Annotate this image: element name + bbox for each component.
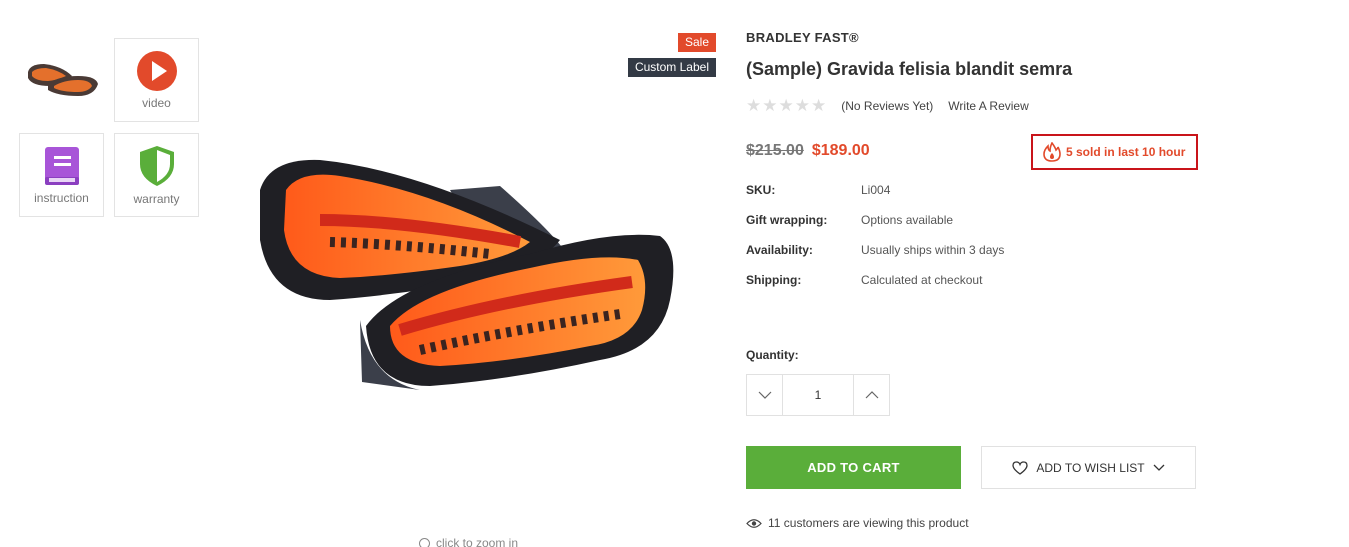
reviews-count: (No Reviews Yet) <box>841 98 934 113</box>
star-icon: ★ <box>811 96 827 115</box>
zoom-hint: click to zoom in <box>419 536 518 547</box>
play-icon <box>136 51 177 91</box>
spec-row-sku: SKU: Li004 <box>746 183 1004 213</box>
star-icon: ★ <box>794 96 810 115</box>
chevron-down-icon <box>758 391 771 399</box>
add-to-wishlist-button[interactable]: ADD TO WISH LIST <box>981 446 1196 489</box>
flame-icon <box>1043 142 1061 162</box>
spec-value: Options available <box>861 213 954 227</box>
spec-row-gift-wrapping: Gift wrapping: Options available <box>746 213 1004 243</box>
sold-counter: 5 sold in last 10 hour <box>1031 134 1198 170</box>
thumbnail-video-label: video <box>142 96 171 110</box>
product-specs: SKU: Li004 Gift wrapping: Options availa… <box>746 183 1004 303</box>
sold-text: 5 sold in last 10 hour <box>1066 145 1186 159</box>
star-icon: ★ <box>746 96 762 115</box>
write-review-link[interactable]: Write A Review <box>948 99 1028 113</box>
thumbnail-warranty[interactable]: warranty <box>114 133 199 217</box>
custom-label-badge: Custom Label <box>627 58 716 77</box>
chevron-up-icon <box>865 391 878 399</box>
viewers-text: 11 customers are viewing this product <box>768 516 969 530</box>
sale-price: $189.00 <box>811 142 870 159</box>
add-to-wishlist-label: ADD TO WISH LIST <box>1036 460 1145 475</box>
quantity-decrease-button[interactable] <box>747 375 783 415</box>
quantity-increase-button[interactable] <box>853 375 889 415</box>
thumbnail-video[interactable]: video <box>114 38 199 122</box>
product-title: (Sample) Gravida felisia blandit semra <box>746 59 1073 79</box>
quantity-stepper <box>746 374 890 416</box>
spec-label: SKU: <box>746 183 776 197</box>
star-icon: ★ <box>762 96 778 115</box>
spec-value: Usually ships within 3 days <box>861 243 1005 257</box>
quantity-label: Quantity: <box>746 348 799 362</box>
spec-label: Shipping: <box>746 273 802 287</box>
heart-icon <box>1012 460 1029 475</box>
eye-icon <box>746 518 762 528</box>
tail-lights-image <box>260 159 674 390</box>
thumbnail-instruction-label: instruction <box>34 191 89 205</box>
product-thumbnail-image <box>27 64 98 96</box>
price-row: $215.00 $189.00 <box>746 142 870 160</box>
sale-badge: Sale <box>677 33 716 52</box>
spec-row-availability: Availability: Usually ships within 3 day… <box>746 243 1004 273</box>
thumbnail-instruction[interactable]: instruction <box>19 133 104 217</box>
main-product-image[interactable] <box>250 150 680 400</box>
rating-stars: ★ ★ ★ ★ ★ <box>746 97 826 114</box>
star-icon: ★ <box>778 96 794 115</box>
zoom-icon <box>419 537 430 547</box>
old-price: $215.00 <box>746 142 804 159</box>
product-rating: ★ ★ ★ ★ ★ (No Reviews Yet) Write A Revie… <box>746 97 1029 114</box>
zoom-hint-text: click to zoom in <box>436 536 519 547</box>
chevron-down-icon <box>1153 464 1165 471</box>
quantity-input[interactable] <box>783 375 853 415</box>
add-to-cart-button[interactable]: ADD TO CART <box>746 446 961 489</box>
spec-row-shipping: Shipping: Calculated at checkout <box>746 273 1004 303</box>
book-icon <box>44 147 79 185</box>
product-brand[interactable]: BRADLEY FAST® <box>746 30 859 45</box>
thumbnail-product-image[interactable] <box>19 38 104 122</box>
spec-label: Gift wrapping: <box>746 213 828 227</box>
spec-label: Availability: <box>746 243 813 257</box>
viewers-notice: 11 customers are viewing this product <box>746 516 969 530</box>
thumbnail-warranty-label: warranty <box>133 192 180 206</box>
spec-value: Calculated at checkout <box>861 273 983 287</box>
shield-icon <box>139 146 174 186</box>
spec-value: Li004 <box>861 183 891 197</box>
